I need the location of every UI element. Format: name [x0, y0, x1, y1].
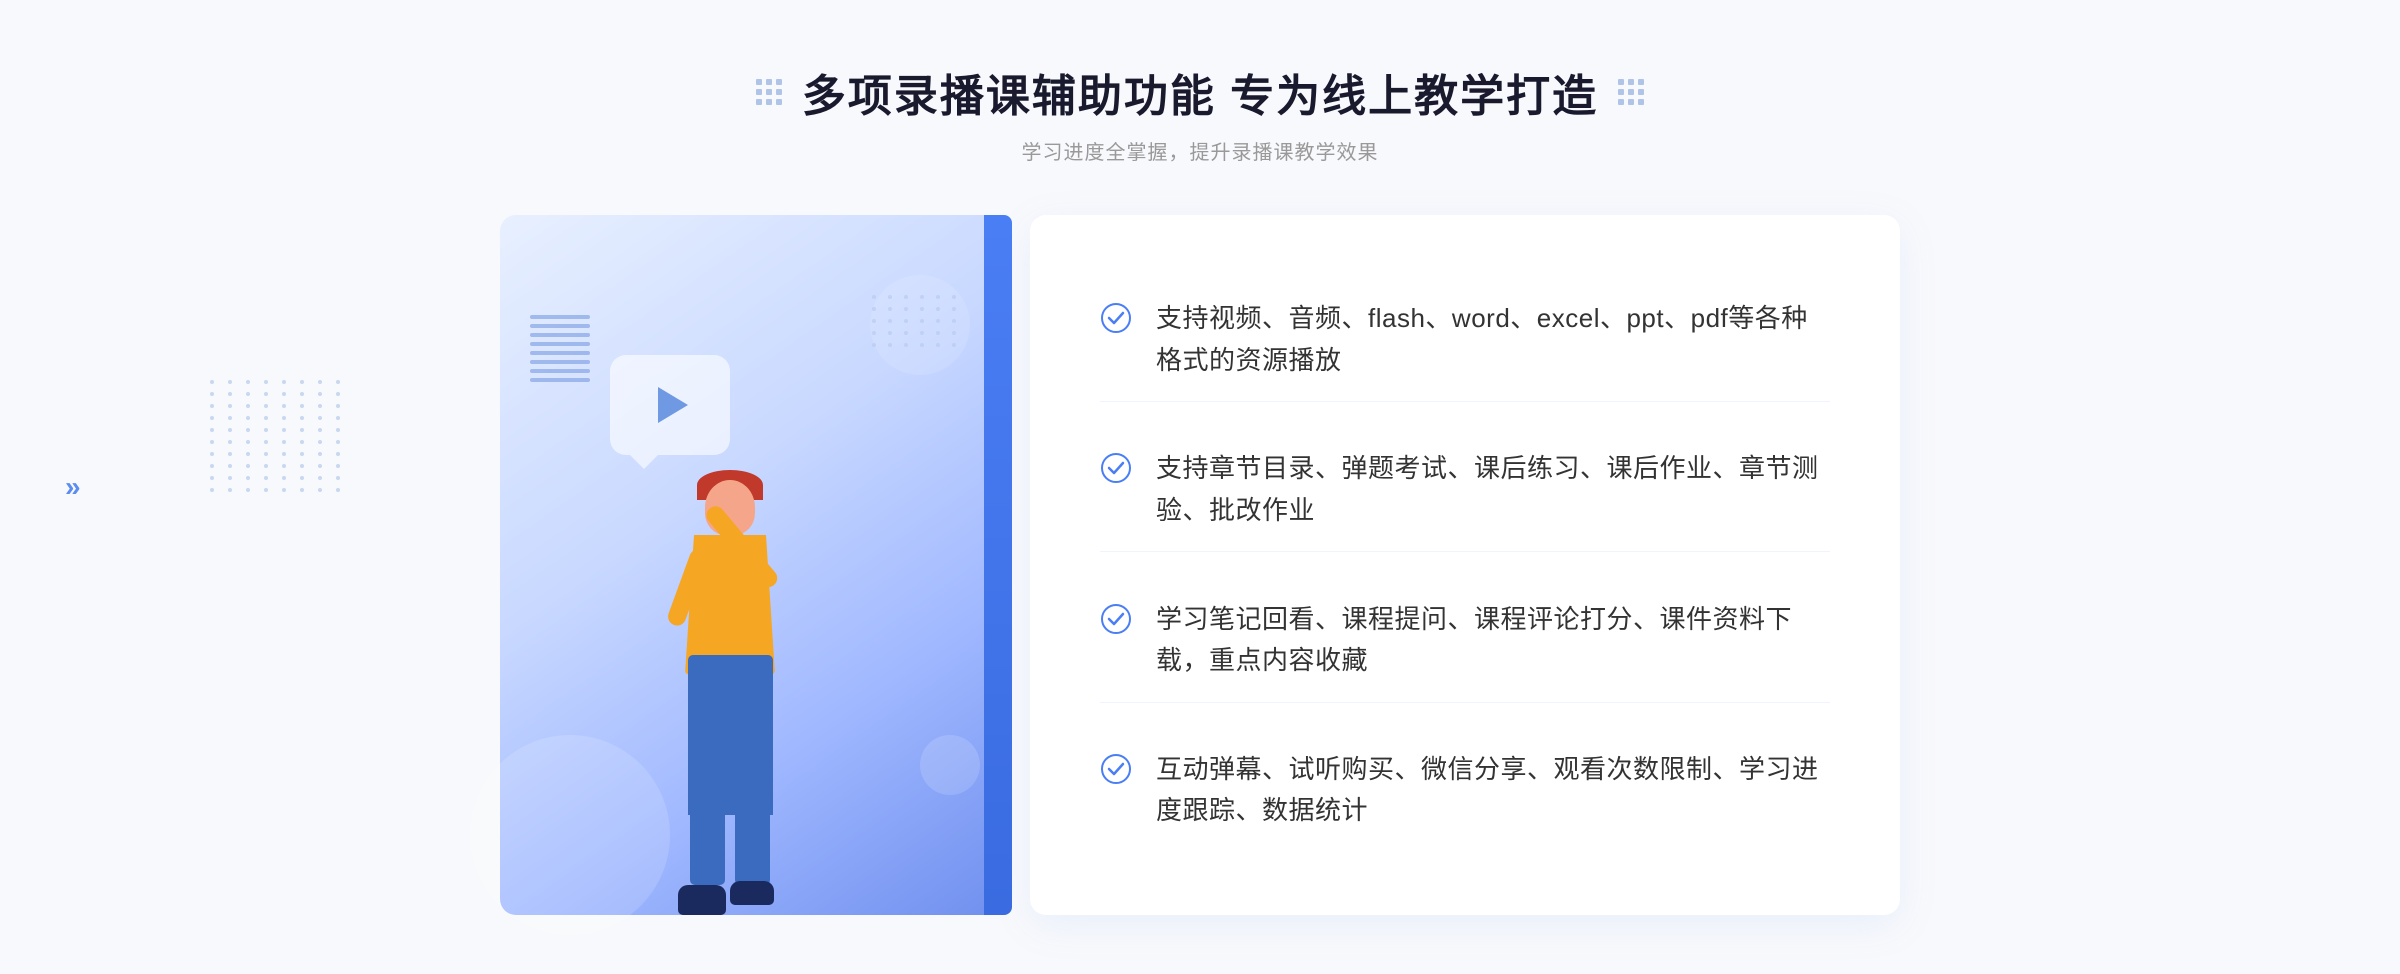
person-leg-left	[690, 795, 725, 885]
circle-small	[920, 735, 980, 795]
stripe-rect	[530, 315, 590, 395]
chevron-icon: »	[65, 473, 81, 501]
person-pants	[688, 655, 773, 815]
double-arrow-left: »	[65, 473, 81, 501]
header-section: 多项录播课辅助功能 专为线上教学打造 学习进度全掌握，提升录播课教学效果	[756, 60, 1644, 165]
check-circle-icon-1	[1100, 302, 1132, 334]
dot-pattern-left	[210, 380, 346, 492]
check-circle-icon-4	[1100, 753, 1132, 785]
features-panel: 支持视频、音频、flash、word、excel、ppt、pdf等各种格式的资源…	[1030, 215, 1900, 915]
person-leg-right	[735, 795, 770, 885]
person-shoe-right	[730, 881, 774, 905]
feature-text-3: 学习笔记回看、课程提问、课程评论打分、课件资料下载，重点内容收藏	[1156, 599, 1830, 682]
feature-item-2: 支持章节目录、弹题考试、课后练习、课后作业、章节测验、批改作业	[1100, 428, 1830, 552]
blue-stripe	[984, 215, 1012, 915]
feature-text-1: 支持视频、音频、flash、word、excel、ppt、pdf等各种格式的资源…	[1156, 298, 1830, 381]
feature-item-4: 互动弹幕、试听购买、微信分享、观看次数限制、学习进度跟踪、数据统计	[1100, 729, 1830, 852]
dots-scatter	[872, 295, 960, 347]
person-shoe-left	[678, 885, 726, 915]
feature-text-4: 互动弹幕、试听购买、微信分享、观看次数限制、学习进度跟踪、数据统计	[1156, 749, 1830, 832]
content-area: 支持视频、音频、flash、word、excel、ppt、pdf等各种格式的资源…	[500, 215, 1900, 915]
feature-item-3: 学习笔记回看、课程提问、课程评论打分、课件资料下载，重点内容收藏	[1100, 579, 1830, 703]
main-title: 多项录播课辅助功能 专为线上教学打造	[802, 60, 1598, 124]
header-decorators: 多项录播课辅助功能 专为线上教学打造	[756, 60, 1644, 124]
check-circle-icon-2	[1100, 452, 1132, 484]
figure-container	[610, 395, 890, 915]
illustration-card	[500, 215, 1000, 915]
check-circle-icon-3	[1100, 603, 1132, 635]
sub-title: 学习进度全掌握，提升录播课教学效果	[756, 136, 1644, 165]
page-wrapper: » 多项录播课辅助功能 专为线上教学打造 学习进度全掌握，提升录播课教学效果	[0, 0, 2400, 974]
grid-decorator-right	[1618, 79, 1644, 105]
feature-text-2: 支持章节目录、弹题考试、课后练习、课后作业、章节测验、批改作业	[1156, 448, 1830, 531]
feature-item-1: 支持视频、音频、flash、word、excel、ppt、pdf等各种格式的资源…	[1100, 278, 1830, 402]
grid-decorator-left	[756, 79, 782, 105]
